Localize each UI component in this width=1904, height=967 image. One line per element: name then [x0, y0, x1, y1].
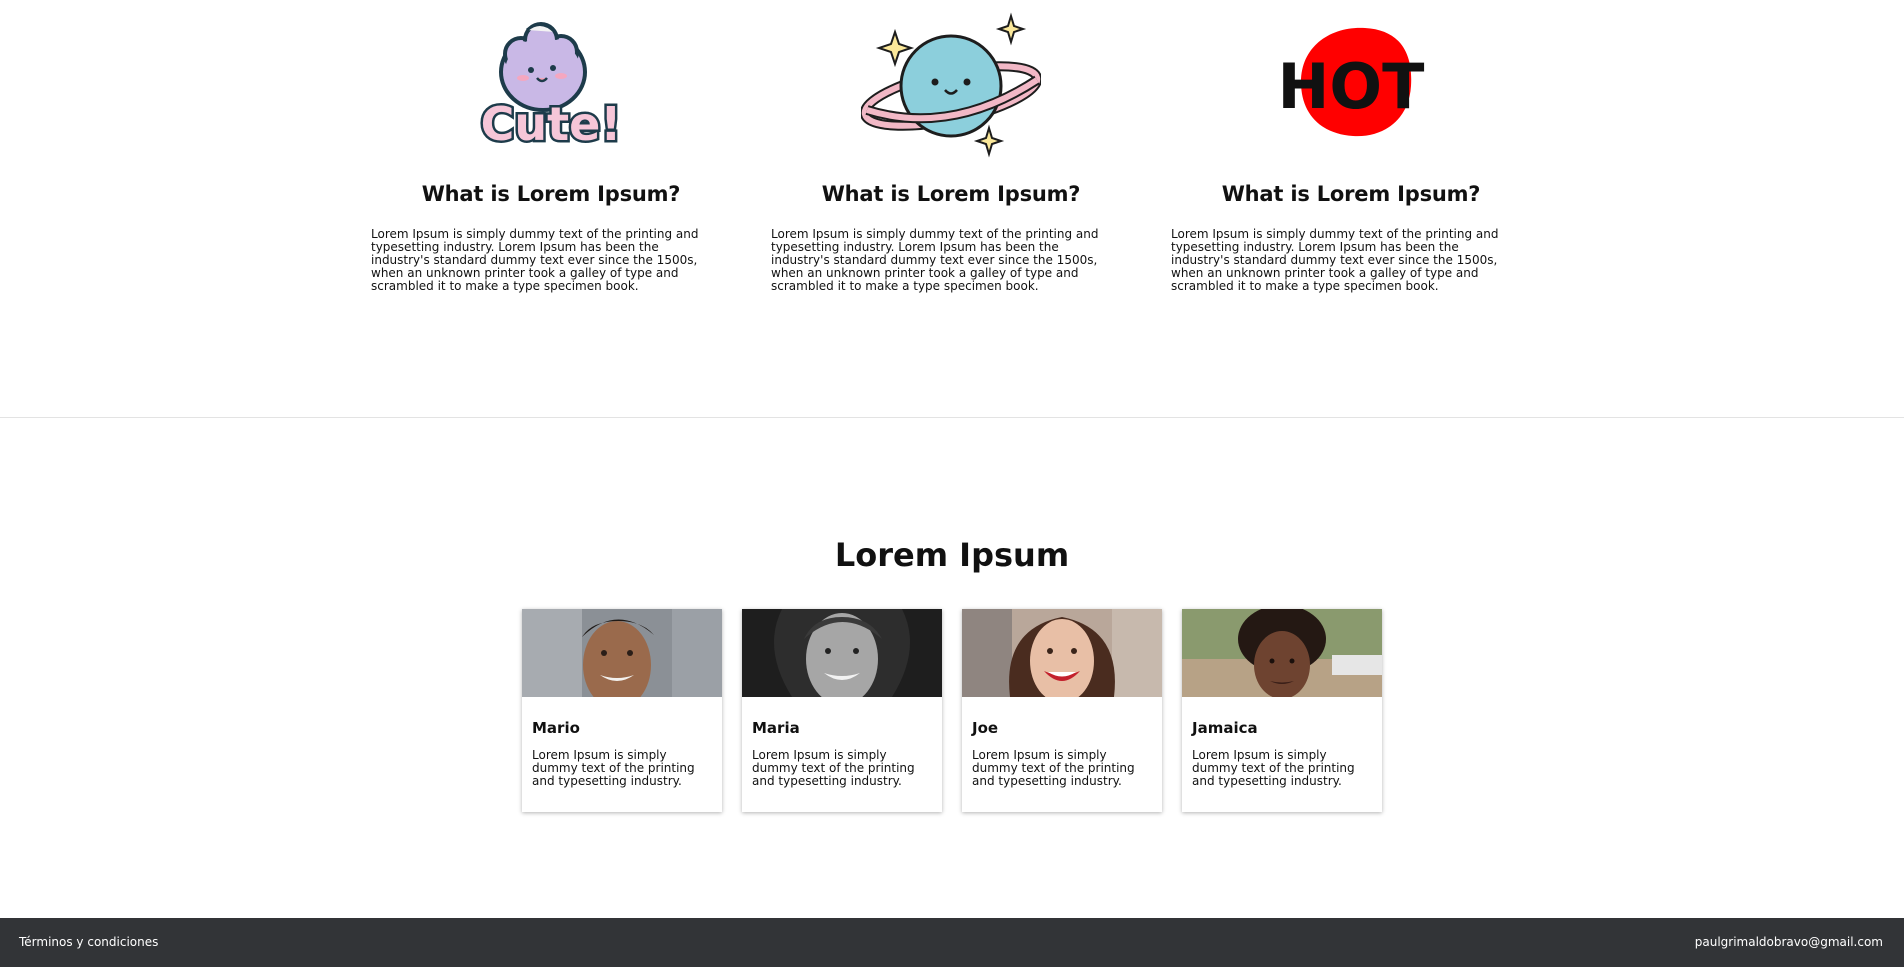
team-card-maria[interactable]: Maria Lorem Ipsum is simply dummy text o… — [742, 609, 942, 812]
feature-card-hot: HOT What is Lorem Ipsum? Lorem Ipsum is … — [1171, 0, 1531, 293]
hot-sticker-icon: HOT — [1171, 0, 1531, 170]
feature-title: What is Lorem Ipsum? — [821, 182, 1081, 206]
team-section-title: Lorem Ipsum — [834, 536, 1070, 574]
avatar-photo — [522, 609, 722, 697]
feature-text: Lorem Ipsum is simply dummy text of the … — [1171, 227, 1499, 293]
feature-card-cute: Cute! What is Lorem Ipsum? Lorem Ipsum i… — [371, 0, 731, 293]
avatar-photo — [962, 609, 1162, 697]
svg-text:HOT: HOT — [1278, 50, 1425, 123]
member-name: Mario — [532, 719, 580, 737]
team-card-mario[interactable]: Mario Lorem Ipsum is simply dummy text o… — [522, 609, 722, 812]
svg-text:Cute!: Cute! — [481, 97, 622, 151]
feature-card-planet: What is Lorem Ipsum? Lorem Ipsum is simp… — [771, 0, 1131, 293]
features-section: Cute! What is Lorem Ipsum? Lorem Ipsum i… — [0, 0, 1904, 418]
planet-sticker-icon — [771, 0, 1131, 170]
team-card-jamaica[interactable]: Jamaica Lorem Ipsum is simply dummy text… — [1182, 609, 1382, 812]
member-name: Jamaica — [1192, 719, 1258, 737]
member-bio: Lorem Ipsum is simply dummy text of the … — [1192, 748, 1355, 788]
terms-link[interactable]: Términos y condiciones — [19, 935, 158, 949]
member-bio: Lorem Ipsum is simply dummy text of the … — [532, 748, 695, 788]
member-name: Maria — [752, 719, 800, 737]
member-bio: Lorem Ipsum is simply dummy text of the … — [972, 748, 1135, 788]
member-bio: Lorem Ipsum is simply dummy text of the … — [752, 748, 915, 788]
cute-sticker-icon: Cute! — [371, 0, 731, 170]
email-link[interactable]: paulgrimaldobravo@gmail.com — [1695, 935, 1883, 949]
avatar-photo — [1182, 609, 1382, 697]
avatar-photo-bw — [742, 609, 942, 697]
team-card-joe[interactable]: Joe Lorem Ipsum is simply dummy text of … — [962, 609, 1162, 812]
footer: Términos y condiciones paulgrimaldobravo… — [0, 918, 1904, 967]
feature-text: Lorem Ipsum is simply dummy text of the … — [771, 227, 1099, 293]
feature-title: What is Lorem Ipsum? — [421, 182, 681, 206]
member-name: Joe — [972, 719, 999, 737]
feature-text: Lorem Ipsum is simply dummy text of the … — [371, 227, 699, 293]
feature-title: What is Lorem Ipsum? — [1221, 182, 1481, 206]
